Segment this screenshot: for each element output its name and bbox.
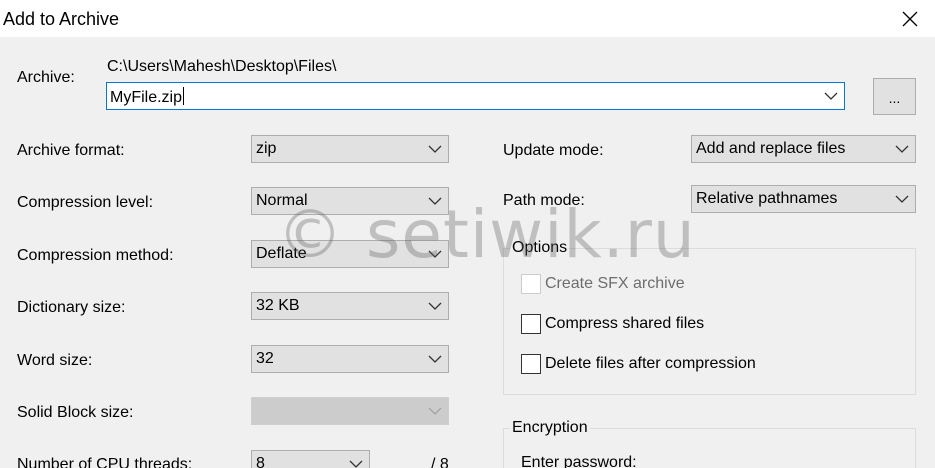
cpu-threads-label: Number of CPU threads: — [17, 456, 193, 468]
compression-level-label: Compression level: — [17, 194, 154, 211]
archive-name-combobox[interactable]: MyFile.zip — [106, 82, 845, 110]
title-bar: Add to Archive — [0, 0, 935, 37]
chevron-down-icon — [349, 460, 363, 468]
archive-label: Archive: — [17, 69, 75, 86]
archive-folder-path: C:\Users\Mahesh\Desktop\Files\ — [107, 58, 337, 75]
chevron-down-icon — [428, 302, 442, 310]
compression-method-value: Deflate — [256, 245, 307, 262]
chevron-down-icon — [895, 145, 909, 153]
delete-after-compression-label[interactable]: Delete files after compression — [545, 355, 756, 373]
update-mode-label: Update mode: — [503, 142, 604, 159]
archive-name-value: MyFile.zip — [110, 89, 183, 106]
chevron-down-icon — [428, 197, 442, 205]
encryption-group-title: Encryption — [510, 419, 590, 437]
dictionary-size-label: Dictionary size: — [17, 299, 126, 316]
solid-block-size-label: Solid Block size: — [17, 404, 134, 421]
compress-shared-files-checkbox[interactable]: Compress shared files — [521, 314, 704, 334]
window-title: Add to Archive — [3, 9, 120, 29]
chevron-down-icon — [428, 250, 442, 258]
compression-method-label: Compression method: — [17, 247, 174, 264]
compress-shared-files-label[interactable]: Compress shared files — [545, 315, 704, 333]
create-sfx-label: Create SFX archive — [545, 275, 685, 292]
word-size-label: Word size: — [17, 352, 93, 369]
update-mode-select[interactable]: Add and replace files — [691, 135, 916, 163]
close-button[interactable] — [885, 0, 935, 37]
archive-format-select[interactable]: zip — [251, 135, 449, 163]
checkbox-box[interactable] — [521, 314, 541, 334]
compression-level-select[interactable]: Normal — [251, 187, 449, 215]
chevron-down-icon — [428, 355, 442, 363]
archive-format-value: zip — [256, 140, 277, 157]
path-mode-label: Path mode: — [503, 192, 585, 209]
compression-level-value: Normal — [256, 192, 308, 209]
solid-block-size-select — [251, 397, 449, 425]
word-size-select[interactable]: 32 — [251, 345, 449, 373]
chevron-down-icon — [428, 407, 442, 415]
options-group-title: Options — [510, 239, 570, 257]
create-sfx-checkbox: Create SFX archive — [521, 274, 685, 294]
cpu-threads-value: 8 — [256, 455, 265, 468]
enter-password-label: Enter password: — [521, 454, 637, 468]
chevron-down-icon[interactable] — [824, 91, 838, 101]
chevron-down-icon — [428, 145, 442, 153]
delete-after-compression-checkbox[interactable]: Delete files after compression — [521, 354, 756, 374]
dictionary-size-value: 32 KB — [256, 297, 300, 314]
compression-method-select[interactable]: Deflate — [251, 240, 449, 268]
cpu-threads-max: / 8 — [431, 456, 449, 468]
browse-button[interactable]: ... — [873, 78, 916, 115]
path-mode-select[interactable]: Relative pathnames — [691, 185, 916, 213]
chevron-down-icon — [895, 195, 909, 203]
path-mode-value: Relative pathnames — [696, 190, 838, 207]
checkbox-box[interactable] — [521, 354, 541, 374]
checkbox-box — [521, 274, 541, 294]
word-size-value: 32 — [256, 350, 274, 367]
close-icon — [902, 11, 918, 26]
text-caret — [183, 87, 185, 105]
dictionary-size-select[interactable]: 32 KB — [251, 292, 449, 320]
update-mode-value: Add and replace files — [696, 140, 846, 157]
cpu-threads-select[interactable]: 8 — [251, 450, 370, 468]
archive-format-label: Archive format: — [17, 142, 125, 159]
